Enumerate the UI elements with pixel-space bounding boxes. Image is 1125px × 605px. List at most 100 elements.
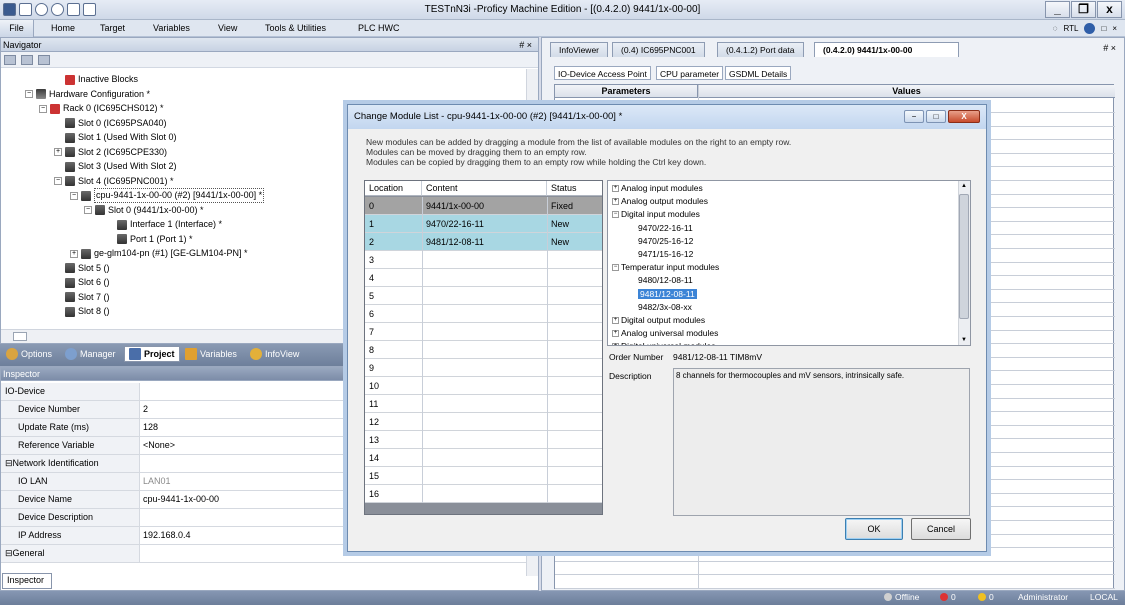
menu-plc-hwc[interactable]: PLC HWC [358, 23, 400, 33]
menu-variables[interactable]: Variables [153, 23, 190, 33]
ok-button[interactable]: OK [845, 518, 903, 540]
inspector-value[interactable]: LAN01 [143, 473, 171, 490]
tab-inspector[interactable]: Inspector [2, 573, 52, 589]
expand-icon[interactable]: + [54, 148, 62, 156]
module-item[interactable]: 9480/12-08-11 [638, 275, 693, 285]
tree-node[interactable]: Slot 0 (IC695PSA040) [65, 117, 167, 130]
inspector-value[interactable]: 2 [143, 401, 148, 418]
dialog-close-button[interactable]: X [948, 110, 980, 123]
menu-tools[interactable]: Tools & Utilities [265, 23, 326, 33]
collapse-icon[interactable]: − [25, 90, 33, 98]
tab-options[interactable]: Options [6, 348, 52, 360]
doc-tab-infoviewer[interactable]: InfoViewer [550, 42, 609, 57]
module-item[interactable]: 9471/15-16-12 [638, 249, 693, 259]
dialog-minimize-button[interactable]: − [904, 110, 924, 123]
module-item[interactable]: 9481/12-08-11 [638, 288, 697, 299]
table-row[interactable]: 4 [365, 269, 602, 287]
window-icon[interactable]: □ [1101, 24, 1106, 33]
cancel-button[interactable]: Cancel [911, 518, 971, 540]
inspector-value[interactable]: cpu-9441-1x-00-00 [143, 491, 219, 508]
collapse-icon[interactable]: − [84, 206, 92, 214]
tree-node[interactable]: Port 1 (Port 1) * [117, 233, 193, 246]
table-row[interactable]: 16 [365, 485, 602, 503]
col-content[interactable]: Content [422, 181, 547, 196]
table-row[interactable]: 14 [365, 449, 602, 467]
tab-manager[interactable]: Manager [65, 348, 116, 360]
table-row[interactable]: 13 [365, 431, 602, 449]
tree-node[interactable]: Slot 8 () [65, 305, 110, 318]
table-row[interactable]: 2 9481/12-08-11 New [365, 233, 602, 251]
tree-node[interactable]: Interface 1 (Interface) * [117, 218, 222, 231]
menu-home[interactable]: Home [51, 23, 75, 33]
tree-node[interactable]: − Hardware Configuration * [25, 88, 150, 101]
close-doc-icon[interactable]: × [1112, 24, 1117, 33]
collapse-icon[interactable]: − [612, 210, 619, 218]
table-row[interactable]: 9 [365, 359, 602, 377]
doc-tab-9441[interactable]: (0.4.2.0) 9441/1x-00-00 [814, 42, 959, 57]
module-item[interactable]: 9482/3x-08-xx [638, 302, 692, 312]
tab-variables[interactable]: Variables [185, 348, 237, 360]
expand-icon[interactable]: + [612, 329, 619, 337]
rtl-icon[interactable]: ◌ [1053, 24, 1058, 33]
inspector-value[interactable]: 192.168.0.4 [143, 527, 191, 544]
doc-tab-pnc001[interactable]: (0.4) IC695PNC001 [612, 42, 705, 57]
minimize-button[interactable]: _ [1045, 1, 1070, 18]
inspector-value[interactable]: <None> [143, 437, 175, 454]
pin-close-icon[interactable]: # × [519, 38, 532, 52]
tree-node[interactable]: − Rack 0 (IC695CHS012) * [39, 102, 164, 115]
expand-icon[interactable]: + [612, 184, 619, 192]
tree-node[interactable]: − cpu-9441-1x-00-00 (#2) [9441/1x-00-00] … [70, 188, 265, 203]
help-icon[interactable] [1084, 23, 1096, 34]
doc-tab-port-data[interactable]: (0.4.1.2) Port data [717, 42, 804, 57]
tree-node[interactable]: − Slot 4 (IC695PNC001) * [54, 175, 174, 188]
table-row[interactable]: 11 [365, 395, 602, 413]
nav-tool-icon-2[interactable] [21, 55, 33, 65]
subtab-gsdml[interactable]: GSDML Details [725, 66, 792, 80]
expand-icon[interactable]: + [612, 342, 619, 345]
tree-node[interactable]: Inactive Blocks [65, 73, 138, 86]
table-row[interactable]: 3 [365, 251, 602, 269]
table-row[interactable]: 15 [365, 467, 602, 485]
col-status[interactable]: Status [547, 181, 602, 196]
table-row[interactable]: 7 [365, 323, 602, 341]
tree-node[interactable]: Slot 6 () [65, 276, 110, 289]
tree-node[interactable]: Slot 3 (Used With Slot 2) [65, 160, 177, 173]
table-row[interactable]: 1 9470/22-16-11 New [365, 215, 602, 233]
module-category[interactable]: + Analog universal modules [612, 328, 718, 338]
collapse-icon[interactable]: − [70, 191, 78, 200]
restore-button[interactable]: ❐ [1071, 1, 1096, 18]
tab-project[interactable]: Project [124, 346, 180, 362]
table-row[interactable]: 5 [365, 287, 602, 305]
subtab-access-point[interactable]: IO-Device Access Point [554, 66, 651, 80]
modules-scroll-thumb[interactable] [959, 194, 969, 319]
module-category[interactable]: + Analog output modules [612, 196, 708, 206]
module-category[interactable]: + Analog input modules [612, 183, 703, 193]
rtl-label[interactable]: RTL [1064, 24, 1079, 33]
module-category[interactable]: − Temperatur input modules [612, 262, 719, 272]
module-item[interactable]: 9470/25-16-12 [638, 236, 693, 246]
module-item[interactable]: 9470/22-16-11 [638, 223, 693, 233]
table-row[interactable]: 0 9441/1x-00-00 Fixed [365, 197, 602, 215]
collapse-icon[interactable]: − [612, 263, 619, 271]
menu-file[interactable]: File [0, 20, 34, 37]
module-category[interactable]: + Digital output modules [612, 315, 705, 325]
collapse-icon[interactable]: − [39, 104, 47, 113]
table-row[interactable]: 12 [365, 413, 602, 431]
inspector-value[interactable]: 128 [143, 419, 158, 436]
col-location[interactable]: Location [365, 181, 422, 196]
tree-node[interactable]: + ge-glm104-pn (#1) [GE-GLM104-PN] * [70, 247, 248, 260]
menu-target[interactable]: Target [100, 23, 125, 33]
tree-node[interactable]: − Slot 0 (9441/1x-00-00) * [84, 204, 204, 217]
tree-node[interactable]: Slot 7 () [65, 291, 110, 304]
tree-node[interactable]: + Slot 2 (IC695CPE330) [54, 146, 167, 159]
subtab-cpu-parameter[interactable]: CPU parameter [656, 66, 724, 80]
dialog-maximize-button[interactable]: □ [926, 110, 946, 123]
module-category[interactable]: +Digital universal modules [612, 341, 716, 345]
menu-view[interactable]: View [218, 23, 237, 33]
close-button[interactable]: x [1097, 1, 1122, 18]
expand-icon[interactable]: + [612, 197, 619, 205]
module-category[interactable]: − Digital input modules [612, 209, 700, 219]
nav-tool-icon-1[interactable] [4, 55, 16, 65]
doc-pin-close-icon[interactable]: # × [1103, 43, 1116, 53]
table-row[interactable]: 8 [365, 341, 602, 359]
